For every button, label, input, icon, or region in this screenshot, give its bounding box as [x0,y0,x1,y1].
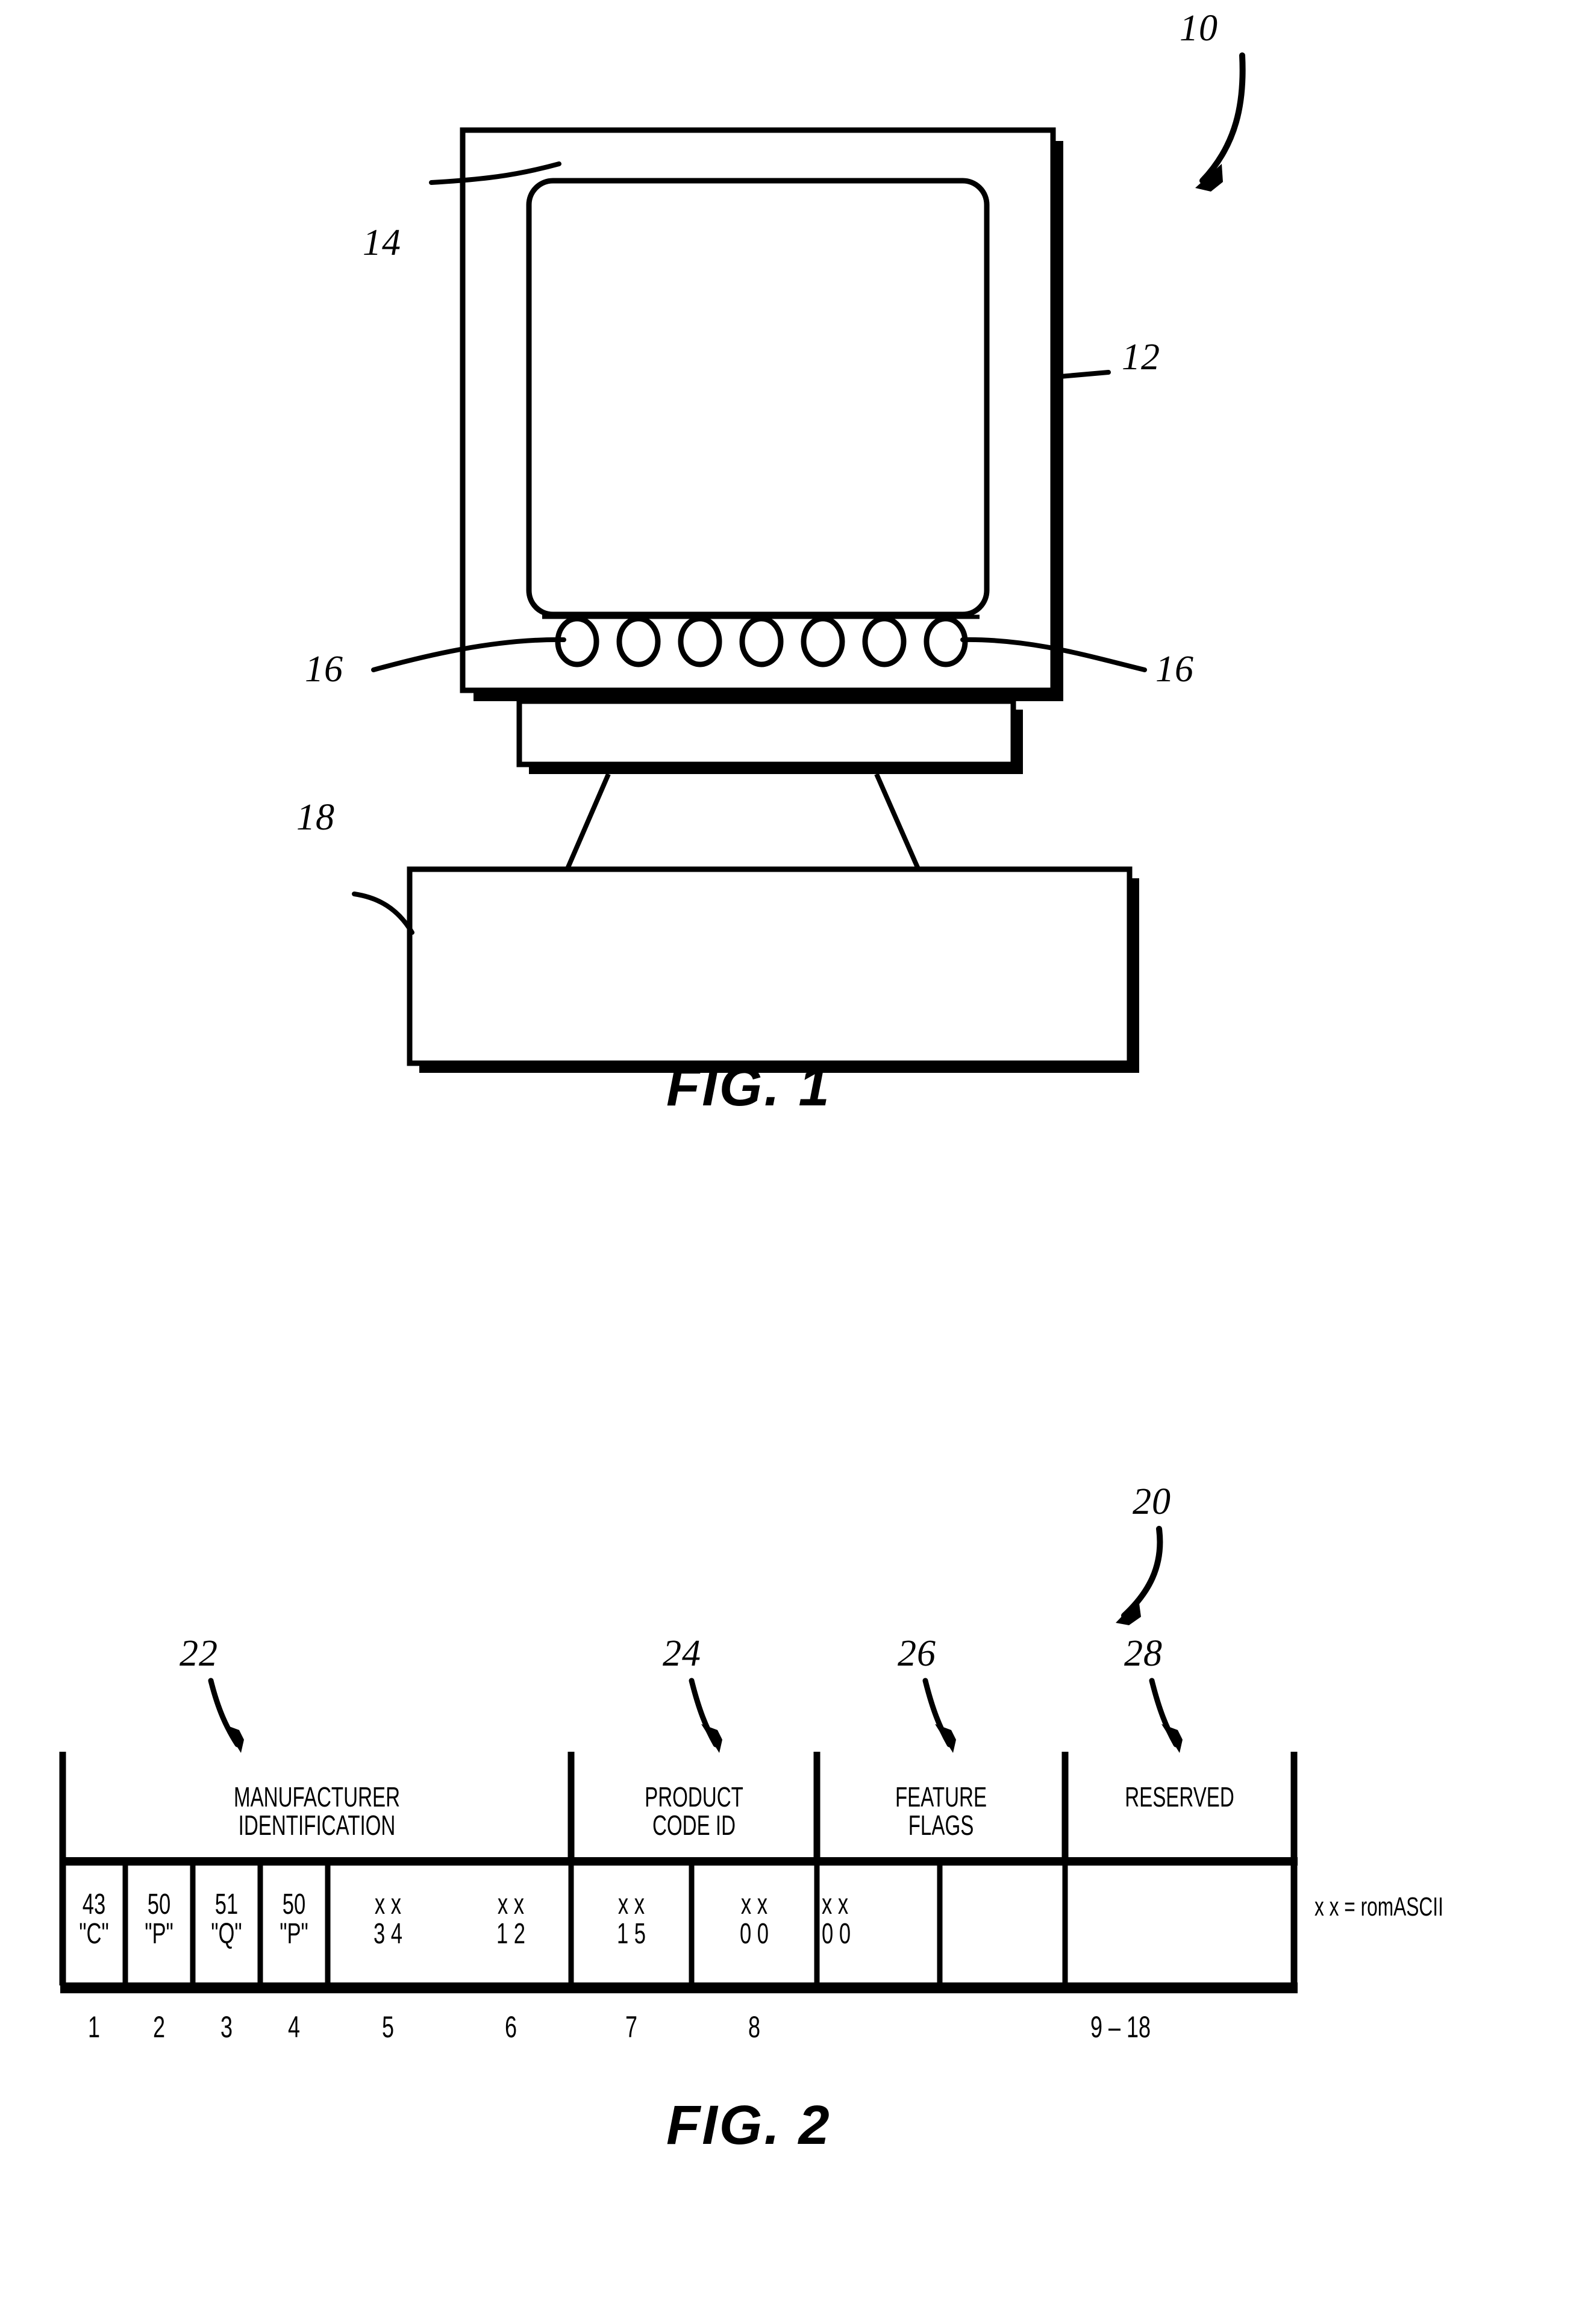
byte-index-value: 3 [220,2010,233,2044]
header-line: IDENTIFICATION [238,1809,396,1841]
byte-index-value: 6 [504,2010,517,2044]
table-cell-byte-9-18: x x 0 0 [822,1890,942,1949]
cell-line-bottom: 1 5 [616,1917,646,1950]
byte-index-1: 1 [63,2012,125,2043]
display-screen [526,178,990,617]
table-cell-byte-7: x x 1 5 [571,1890,692,1949]
table-cell-byte-8: x x 0 0 [692,1890,817,1949]
byte-index-5: 5 [328,2012,448,2043]
monitor-neck [516,698,1016,767]
control-button[interactable] [924,616,968,667]
cell-line-bottom: "C" [79,1917,109,1950]
fig1-ref-14: 14 [363,222,401,263]
cell-line-top: x x [617,1888,645,1920]
header-line: PRODUCT [645,1781,743,1813]
control-button[interactable] [678,616,722,667]
romascii-legend: x x = romASCII [1314,1892,1493,1922]
byte-index-7: 7 [571,2012,692,2043]
byte-index-value: 8 [748,2010,761,2044]
computer-base-unit-shadow-right [1130,878,1139,1072]
leader-arrowhead-26 [935,1724,956,1753]
monitor-housing-shadow-right [1053,141,1063,701]
cell-line-bottom: 1 2 [496,1917,526,1950]
cell-line-top: x x [497,1888,525,1920]
monitor-stand-leg-right [874,773,921,870]
monitor-neck-shadow-right [1013,710,1023,773]
fig2-caption: FIG. 2 [666,2094,831,2156]
byte-index-value: 4 [287,2010,301,2044]
byte-index-value: 9 – 18 [1090,2010,1151,2044]
patent-drawing-sheet: 10 12 14 16 16 18 FIG. 1 20 22 24 26 28 … [0,0,1591,2324]
cell-line-bottom: "P" [280,1917,308,1950]
table-cell-byte-2: 50 "P" [125,1890,193,1949]
table-header-reserved: RESERVED [1065,1783,1294,1811]
control-button[interactable] [801,616,845,667]
fig1-ref-16-right: 16 [1155,649,1194,690]
monitor-stand-leg-left [565,773,611,870]
cell-line-bottom: "P" [145,1917,173,1950]
fig2-ref-20: 20 [1133,1481,1171,1522]
table-cell-byte-1: 43 "C" [63,1890,125,1949]
romascii-legend-text: x x = romASCII [1314,1892,1443,1922]
fig2-ref-26: 26 [898,1633,936,1674]
fig2-ref-28: 28 [1124,1633,1163,1674]
cell-line-bottom: 3 4 [373,1917,403,1950]
table-cell-byte-5: x x 3 4 [328,1890,448,1949]
byte-index-6: 6 [451,2012,571,2043]
table-cell-byte-6: x x 1 2 [451,1890,571,1949]
leader-line-10 [1199,52,1246,184]
leader-line-20 [1121,1526,1163,1619]
cell-line-top: x x [822,1888,849,1920]
byte-index-value: 1 [87,2010,101,2044]
header-line: FLAGS [908,1809,974,1841]
cell-line-top: 51 [214,1888,239,1920]
byte-index-3: 3 [193,2012,260,2043]
table-cell-byte-4: 50 "P" [260,1890,328,1949]
control-button[interactable] [862,616,907,667]
byte-index-8: 8 [692,2012,817,2043]
header-line: FEATURE [895,1781,987,1813]
leader-arrowhead-24 [701,1724,722,1753]
computer-base-unit [407,866,1133,1066]
drawing-line-art [59,52,1298,1993]
control-button[interactable] [616,616,661,667]
cell-line-top: x x [740,1888,768,1920]
fig1-ref-10: 10 [1180,8,1218,49]
byte-index-4: 4 [260,2012,328,2043]
leader-arrowhead-20 [1116,1599,1141,1625]
cell-line-top: 50 [147,1888,171,1920]
cell-line-bottom: 0 0 [822,1917,851,1950]
byte-index-value: 5 [381,2010,395,2044]
control-button[interactable] [739,616,784,667]
cell-line-top: 50 [282,1888,306,1920]
byte-index-2: 2 [125,2012,193,2043]
header-line: CODE ID [652,1809,736,1841]
fig2-ref-22: 22 [180,1633,218,1674]
fig1-ref-18: 18 [296,797,335,838]
table-header-feature-flags: FEATURE FLAGS [817,1783,1065,1840]
byte-index-value: 2 [152,2010,166,2044]
fig2-ref-24: 24 [663,1633,701,1674]
table-header-product-code-id: PRODUCT CODE ID [571,1783,817,1840]
cell-line-bottom: "Q" [211,1917,242,1950]
leader-line-18 [352,892,414,935]
byte-index-9-18: 9 – 18 [1024,2012,1217,2043]
table-cell-byte-3: 51 "Q" [193,1890,260,1949]
cell-line-top: x x [374,1888,402,1920]
monitor-neck-shadow-bottom [529,764,1023,774]
byte-index-value: 7 [625,2010,638,2044]
header-line: MANUFACTURER [233,1781,401,1813]
leader-arrowhead-28 [1161,1724,1183,1753]
fig1-ref-16-left: 16 [305,649,343,690]
cell-line-bottom: 0 0 [739,1917,769,1950]
leader-arrowhead-10 [1195,164,1223,192]
fig1-caption: FIG. 1 [666,1056,831,1117]
header-line: RESERVED [1125,1781,1234,1813]
cell-line-top: 43 [82,1888,106,1920]
fig1-ref-12: 12 [1122,337,1160,378]
table-header-manufacturer-identification: MANUFACTURER IDENTIFICATION [63,1783,571,1840]
leader-arrowhead-22 [223,1724,244,1753]
